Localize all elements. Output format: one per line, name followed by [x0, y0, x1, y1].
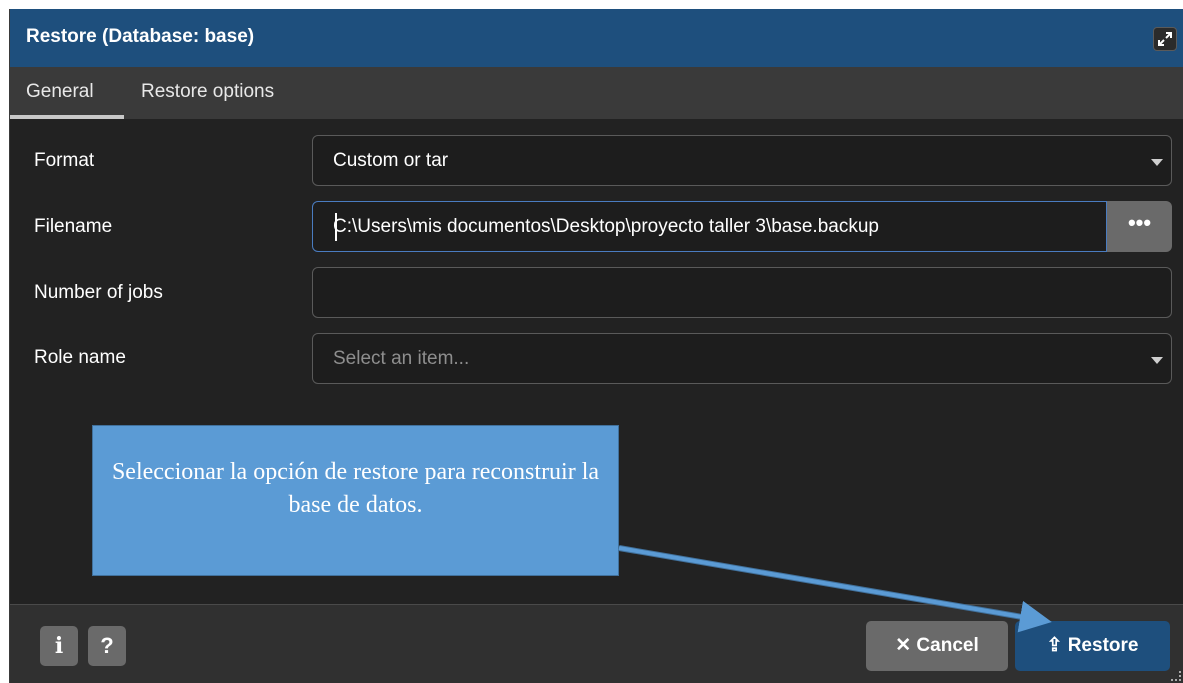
browse-file-button[interactable]: ••• — [1107, 201, 1172, 252]
filename-label: Filename — [34, 216, 113, 237]
expand-icon — [1158, 32, 1172, 46]
format-label: Format — [34, 150, 95, 171]
info-button[interactable]: i — [40, 626, 78, 666]
annotation-callout: Seleccionar la opción de restore para re… — [92, 425, 619, 576]
jobs-label: Number of jobs — [34, 282, 163, 303]
restore-dialog: Restore (Database: base) General Restore… — [9, 9, 1183, 683]
dialog-footer: i ? ✕ Cancel ⇪ Restore — [10, 604, 1183, 683]
chevron-down-icon — [1151, 159, 1163, 166]
number-of-jobs-input[interactable] — [312, 267, 1172, 318]
tab-general[interactable]: General — [26, 81, 94, 103]
filename-input[interactable]: C:\Users\mis documentos\Desktop\proyecto… — [312, 201, 1107, 252]
role-placeholder: Select an item... — [333, 348, 470, 369]
filename-value: C:\Users\mis documentos\Desktop\proyecto… — [333, 216, 879, 237]
maximize-button[interactable] — [1153, 27, 1177, 51]
tab-bar: General Restore options — [10, 67, 1183, 119]
help-button[interactable]: ? — [88, 626, 126, 666]
tab-restore-options[interactable]: Restore options — [141, 81, 274, 103]
format-value: Custom or tar — [333, 150, 449, 171]
role-label: Role name — [34, 347, 126, 368]
dialog-title-bar: Restore (Database: base) — [10, 9, 1183, 67]
restore-button[interactable]: ⇪ Restore — [1015, 621, 1170, 671]
format-select[interactable]: Custom or tar — [312, 135, 1172, 186]
active-tab-indicator — [10, 115, 124, 119]
role-select[interactable]: Select an item... — [312, 333, 1172, 384]
resize-grip[interactable] — [1171, 671, 1181, 681]
dialog-title: Restore (Database: base) — [26, 26, 255, 47]
cancel-button[interactable]: ✕ Cancel — [866, 621, 1008, 671]
chevron-down-icon — [1151, 357, 1163, 364]
